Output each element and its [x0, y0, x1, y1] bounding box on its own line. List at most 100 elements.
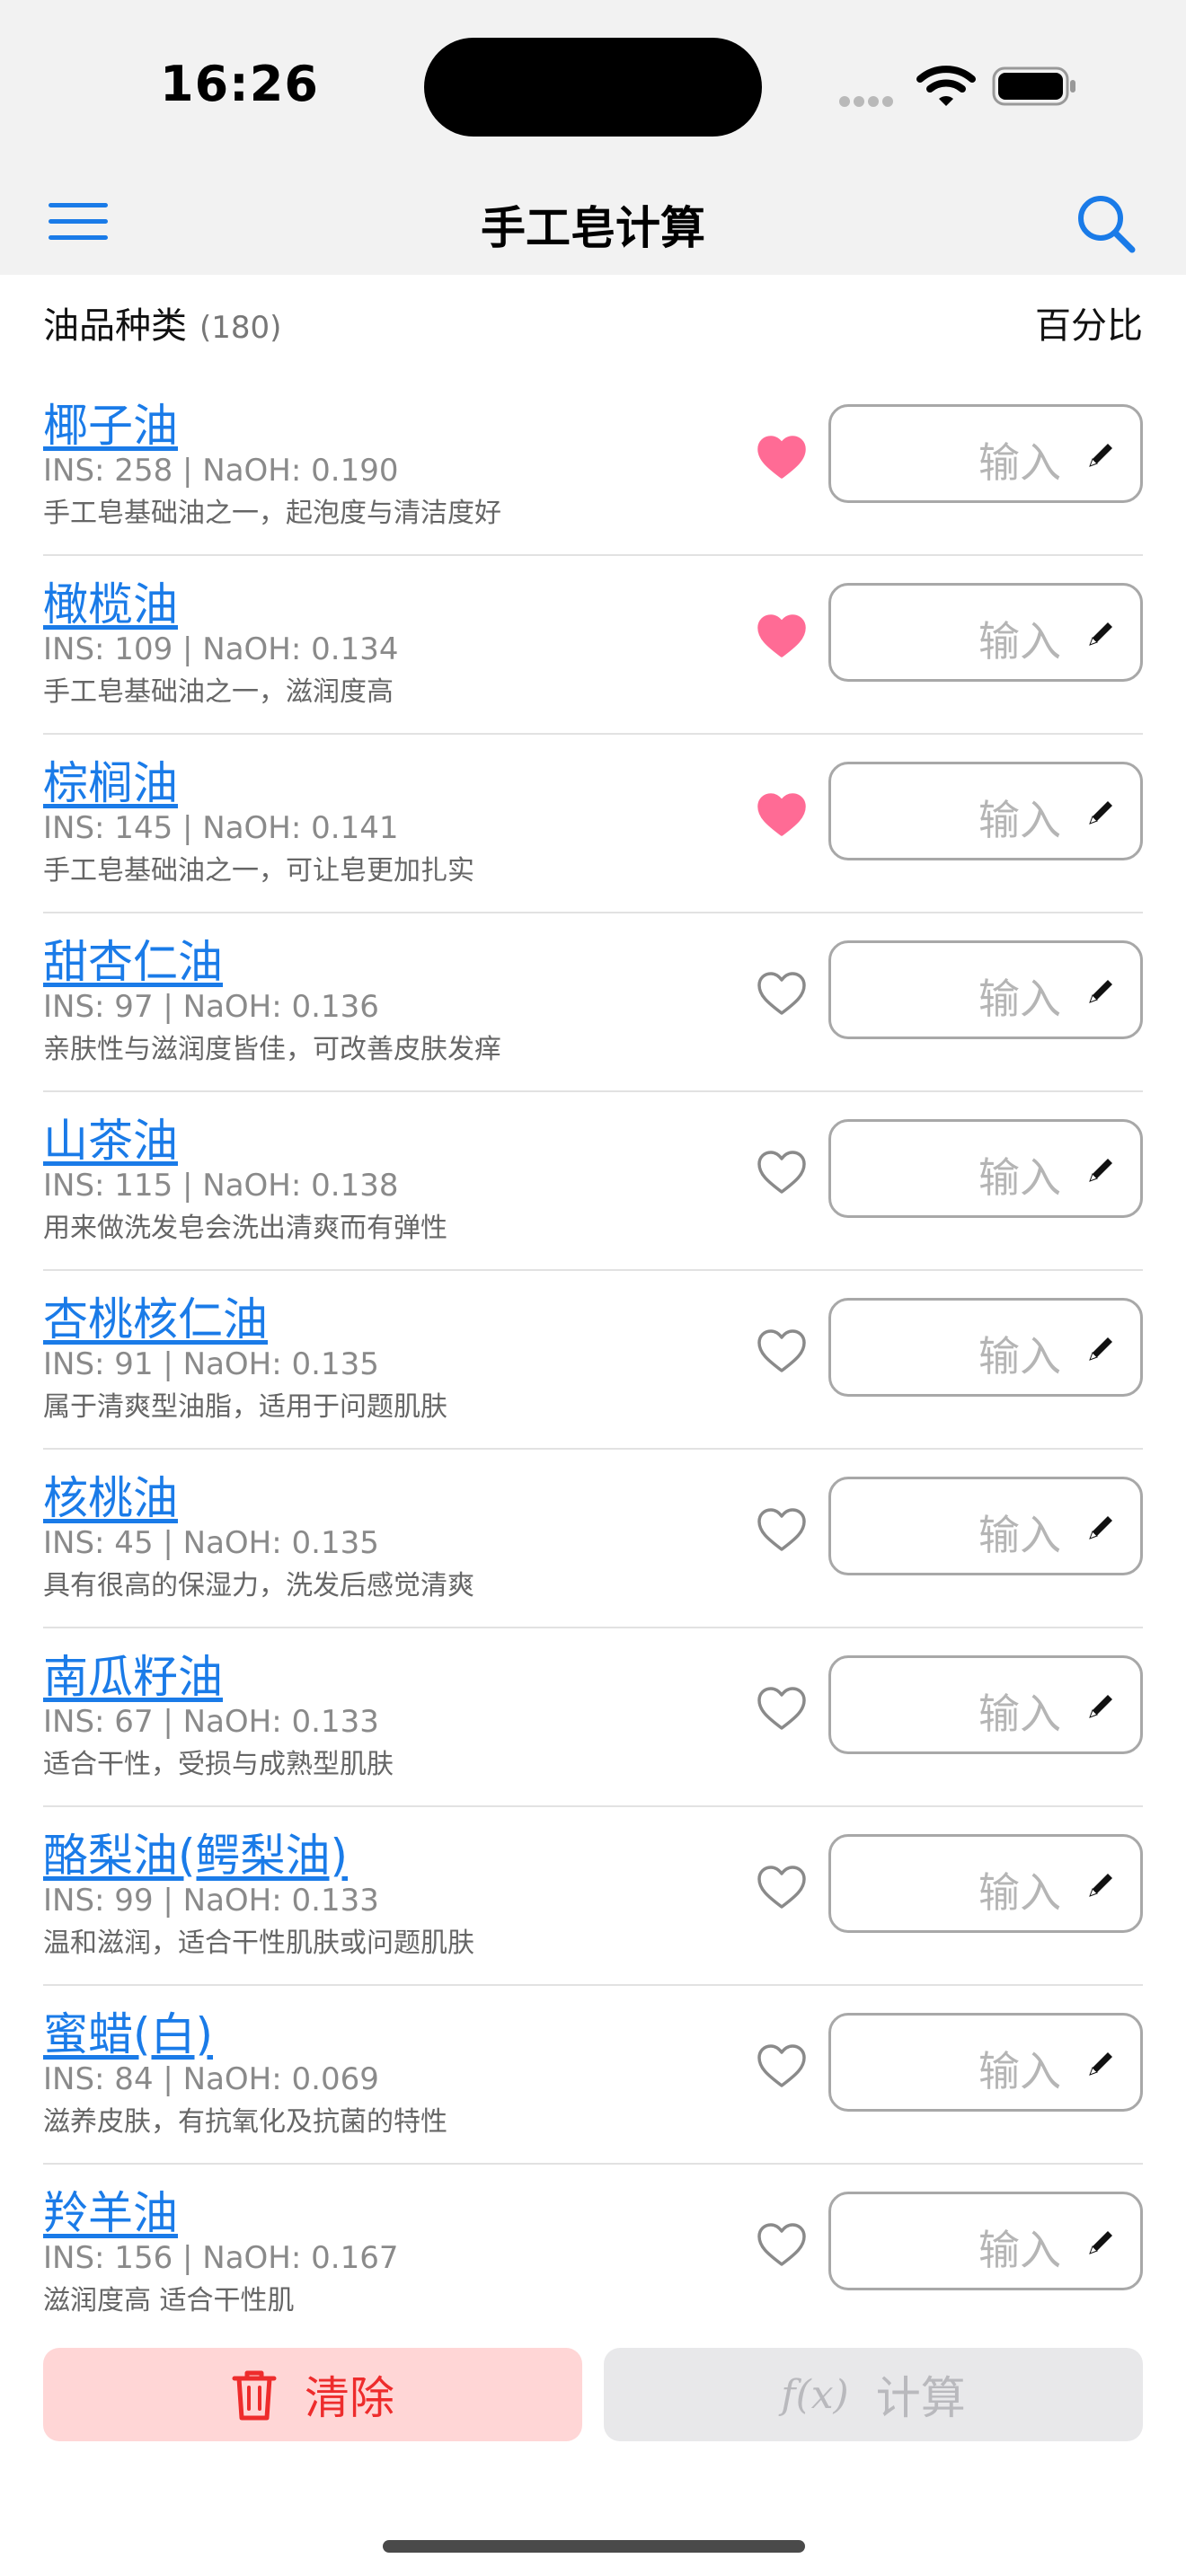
percent-input[interactable]: 输入: [828, 1119, 1143, 1218]
pencil-icon: [1089, 444, 1112, 467]
oil-name-link[interactable]: 橄榄油: [43, 569, 178, 633]
percent-input-placeholder: 输入: [978, 1332, 1061, 1381]
oil-stats: INS: 67 | NaOH: 0.133: [43, 1704, 379, 1740]
pencil-icon: [1089, 1159, 1112, 1182]
oil-row: 核桃油 INS: 45 | NaOH: 0.135 具有很高的保湿力，洗发后感觉清爽…: [43, 1450, 1143, 1628]
oil-row: 甜杏仁油 INS: 97 | NaOH: 0.136 亲肤性与滋润度皆佳，可改善皮肤…: [43, 913, 1143, 1092]
wifi-icon: [916, 66, 976, 106]
oil-description: 温和滋润，适合干性肌肤或问题肌肤: [43, 1928, 474, 1959]
oil-row: 酪梨油(鳄梨油) INS: 99 | NaOH: 0.133 温和滋润，适合干性肌肤…: [43, 1807, 1143, 1986]
oil-stats: INS: 99 | NaOH: 0.133: [43, 1883, 379, 1919]
pencil-icon: [1089, 1337, 1112, 1361]
oil-description: 手工皂基础油之一，可让皂更加扎实: [43, 855, 474, 887]
percent-input[interactable]: 输入: [828, 1477, 1143, 1575]
percent-input-placeholder: 输入: [978, 1689, 1061, 1738]
oil-name-link[interactable]: 甜杏仁油: [43, 926, 223, 991]
percent-input-placeholder: 输入: [978, 2047, 1061, 2095]
heart-outline-icon[interactable]: [757, 1686, 807, 1731]
heart-filled-icon[interactable]: [757, 435, 807, 480]
oil-row: 杏桃核仁油 INS: 91 | NaOH: 0.135 属于清爽型油脂，适用于问题肌…: [43, 1271, 1143, 1450]
search-icon[interactable]: [1075, 192, 1137, 255]
oil-description: 滋润度高 适合干性肌: [43, 2285, 295, 2316]
heart-outline-icon[interactable]: [757, 1328, 807, 1373]
heart-outline-icon[interactable]: [757, 1865, 807, 1910]
oil-stats: INS: 156 | NaOH: 0.167: [43, 2240, 399, 2276]
oil-stats: INS: 109 | NaOH: 0.134: [43, 631, 399, 667]
calculate-button[interactable]: f(x) 计算: [604, 2348, 1143, 2441]
trash-icon: [231, 2368, 278, 2422]
percent-input[interactable]: 输入: [828, 1834, 1143, 1933]
battery-icon: [992, 66, 1075, 106]
pencil-icon: [1089, 1695, 1112, 1718]
oil-category-title: 油品种类: [43, 305, 187, 347]
percent-input-placeholder: 输入: [978, 796, 1061, 844]
percent-input[interactable]: 输入: [828, 2013, 1143, 2112]
oil-row: 棕榈油 INS: 145 | NaOH: 0.141 手工皂基础油之一，可让皂更加扎…: [43, 735, 1143, 913]
percent-input[interactable]: 输入: [828, 583, 1143, 682]
oil-name-link[interactable]: 杏桃核仁油: [43, 1284, 268, 1348]
percent-column-label: 百分比: [1035, 305, 1143, 347]
oil-name-link[interactable]: 羚羊油: [43, 2177, 178, 2242]
percent-input[interactable]: 输入: [828, 762, 1143, 860]
percent-input[interactable]: 输入: [828, 940, 1143, 1039]
oil-name-link[interactable]: 山茶油: [43, 1105, 178, 1169]
percent-input-placeholder: 输入: [978, 617, 1061, 666]
oil-row: 南瓜籽油 INS: 67 | NaOH: 0.133 适合干性，受损与成熟型肌肤 输入: [43, 1628, 1143, 1807]
oil-list: 椰子油 INS: 258 | NaOH: 0.190 手工皂基础油之一，起泡度与清洁…: [0, 377, 1186, 2343]
oil-description: 用来做洗发皂会洗出清爽而有弹性: [43, 1213, 447, 1244]
pencil-icon: [1089, 1516, 1112, 1539]
heart-outline-icon[interactable]: [757, 2043, 807, 2088]
oil-name-link[interactable]: 核桃油: [43, 1462, 178, 1527]
oil-description: 亲肤性与滋润度皆佳，可改善皮肤发痒: [43, 1034, 501, 1065]
oil-description: 具有很高的保湿力，洗发后感觉清爽: [43, 1570, 474, 1601]
heart-filled-icon[interactable]: [757, 613, 807, 658]
oil-count: (180): [199, 310, 282, 346]
oil-stats: INS: 97 | NaOH: 0.136: [43, 989, 379, 1025]
list-header: 油品种类 (180) 百分比: [43, 296, 1143, 350]
oil-name-link[interactable]: 蜜蜡(白): [43, 1998, 213, 2063]
oil-name-link[interactable]: 棕榈油: [43, 747, 178, 812]
clear-label: 清除: [305, 2372, 394, 2424]
pencil-icon: [1089, 2231, 1112, 2254]
percent-input-placeholder: 输入: [978, 438, 1061, 487]
heart-filled-icon[interactable]: [757, 792, 807, 837]
pencil-icon: [1089, 622, 1112, 646]
dynamic-island: [424, 38, 762, 137]
oil-stats: INS: 258 | NaOH: 0.190: [43, 453, 399, 489]
oil-description: 适合干性，受损与成熟型肌肤: [43, 1749, 394, 1780]
percent-input[interactable]: 输入: [828, 1655, 1143, 1754]
oil-name-link[interactable]: 酪梨油(鳄梨油): [43, 1820, 348, 1884]
pencil-icon: [1089, 1874, 1112, 1897]
top-bar: 16:26 手工皂计算: [0, 0, 1186, 275]
percent-input[interactable]: 输入: [828, 1298, 1143, 1397]
oil-row: 山茶油 INS: 115 | NaOH: 0.138 用来做洗发皂会洗出清爽而有弹性…: [43, 1092, 1143, 1271]
oil-row: 蜜蜡(白) INS: 84 | NaOH: 0.069 滋养皮肤，有抗氧化及抗菌的特…: [43, 1986, 1143, 2165]
pencil-icon: [1089, 2052, 1112, 2076]
percent-input-placeholder: 输入: [978, 1153, 1061, 1202]
heart-outline-icon[interactable]: [757, 971, 807, 1016]
percent-input[interactable]: 输入: [828, 2192, 1143, 2290]
clear-button[interactable]: 清除: [43, 2348, 582, 2441]
percent-input-placeholder: 输入: [978, 1511, 1061, 1559]
function-fx-icon: f(x): [781, 2371, 849, 2418]
oil-description: 手工皂基础油之一，滋润度高: [43, 676, 394, 708]
oil-row: 椰子油 INS: 258 | NaOH: 0.190 手工皂基础油之一，起泡度与清洁…: [43, 377, 1143, 556]
percent-input-placeholder: 输入: [978, 1868, 1061, 1917]
oil-stats: INS: 45 | NaOH: 0.135: [43, 1525, 379, 1561]
oil-row: 橄榄油 INS: 109 | NaOH: 0.134 手工皂基础油之一，滋润度高 输入: [43, 556, 1143, 735]
oil-name-link[interactable]: 南瓜籽油: [43, 1641, 223, 1706]
status-time: 16:26: [160, 56, 319, 112]
oil-row: 羚羊油 INS: 156 | NaOH: 0.167 滋润度高 适合干性肌 输入: [43, 2165, 1143, 2343]
heart-outline-icon[interactable]: [757, 1150, 807, 1195]
oil-description: 手工皂基础油之一，起泡度与清洁度好: [43, 498, 501, 529]
oil-name-link[interactable]: 椰子油: [43, 390, 178, 454]
oil-stats: INS: 91 | NaOH: 0.135: [43, 1346, 379, 1382]
home-indicator[interactable]: [383, 2540, 805, 2553]
percent-input-placeholder: 输入: [978, 2226, 1061, 2274]
percent-input[interactable]: 输入: [828, 404, 1143, 503]
pencil-icon: [1089, 801, 1112, 825]
cellular-signal-icon: [839, 93, 897, 110]
page-title: 手工皂计算: [481, 202, 705, 254]
heart-outline-icon[interactable]: [757, 2222, 807, 2267]
heart-outline-icon[interactable]: [757, 1507, 807, 1552]
